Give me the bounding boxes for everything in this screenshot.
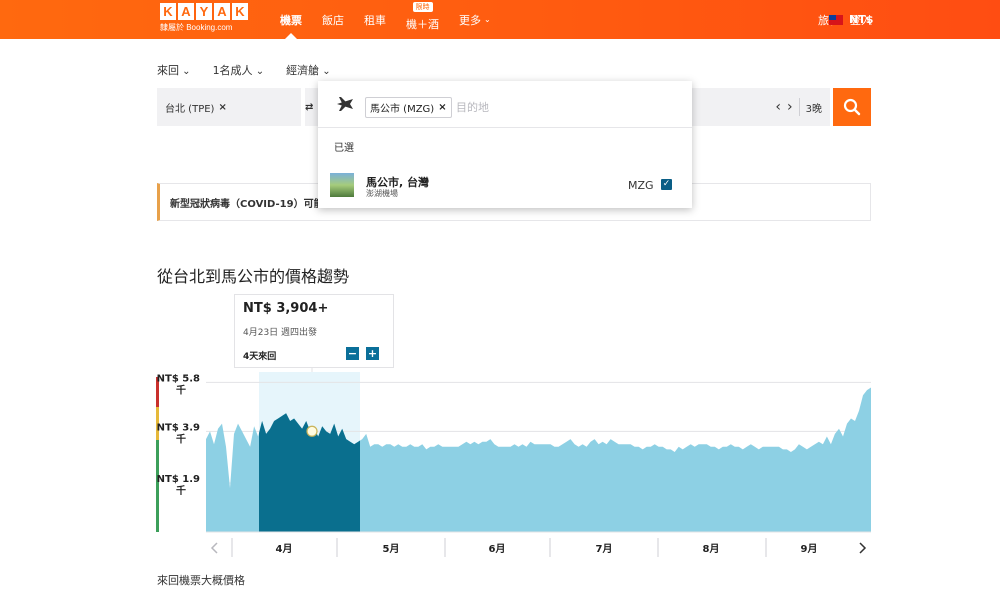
chart-footnote: 來回機票大概價格 xyxy=(157,574,245,587)
price-tooltip: NT$ 3,904+ 4月23日 週四出發 4天來回 − + xyxy=(234,294,394,368)
x-tick-label: 5月 xyxy=(383,543,400,555)
x-tick-label: 6月 xyxy=(489,543,506,555)
scale-low xyxy=(156,440,159,532)
y-tick-label: NT$ 1.9 xyxy=(157,474,200,485)
y-tick-label: NT$ 5.8 xyxy=(157,373,200,384)
y-tick-unit: 千 xyxy=(176,383,186,396)
price-trend-chart[interactable]: NT$ 5.8千NT$ 3.9千NT$ 1.9千4月 5月 6月 7月 8月 9月 xyxy=(0,0,1000,601)
increase-duration-button[interactable]: + xyxy=(366,347,379,360)
decrease-duration-button[interactable]: − xyxy=(346,347,359,360)
y-tick-label: NT$ 3.9 xyxy=(157,422,200,433)
x-tick-label: 4月 xyxy=(276,543,293,555)
selected-price-marker xyxy=(306,425,318,437)
chevron-left-icon[interactable] xyxy=(210,542,218,554)
x-tick-label: 8月 xyxy=(703,543,720,555)
tooltip-duration: 4天來回 xyxy=(243,352,277,362)
chevron-right-icon[interactable] xyxy=(859,542,867,554)
tooltip-price: NT$ 3,904+ xyxy=(243,301,329,316)
y-tick-unit: 千 xyxy=(176,484,186,497)
y-tick-unit: 千 xyxy=(176,432,186,445)
x-tick-label: 9月 xyxy=(801,543,818,555)
x-tick-label: 7月 xyxy=(596,543,613,555)
tooltip-date: 4月23日 週四出發 xyxy=(243,328,318,338)
